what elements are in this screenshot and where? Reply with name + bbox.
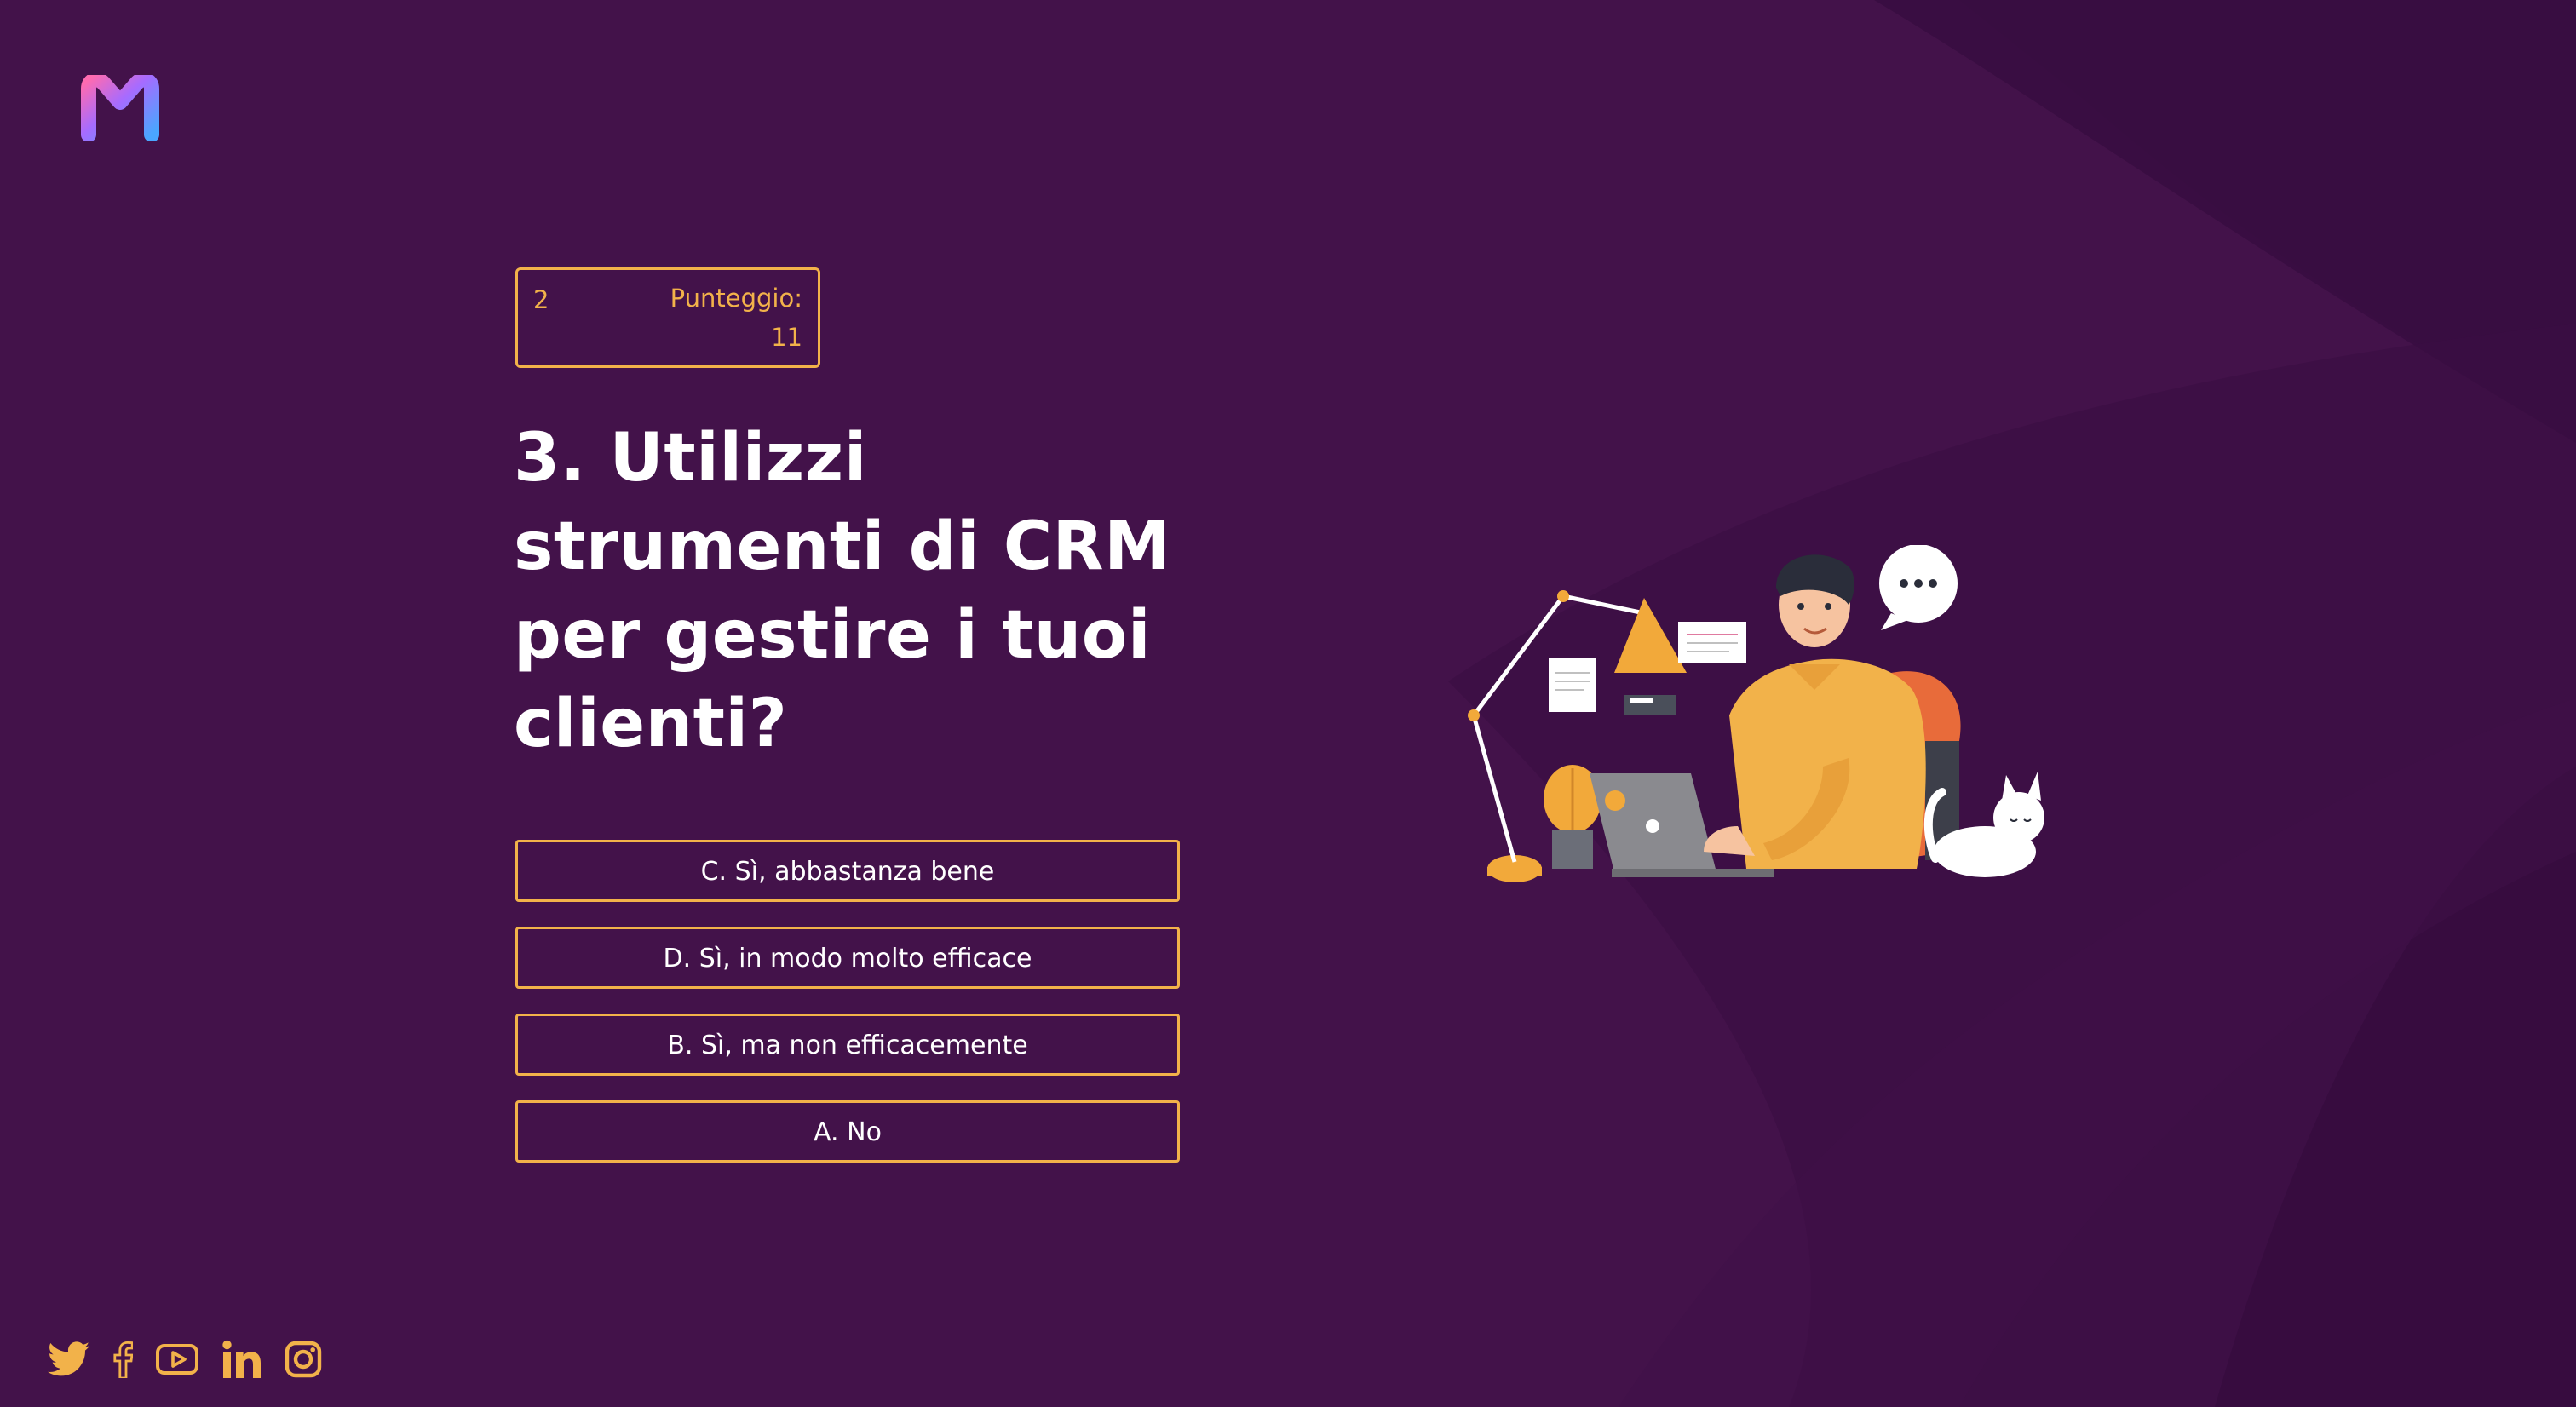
score-label-text: Punteggio: <box>670 284 802 313</box>
brand-logo[interactable] <box>80 75 160 141</box>
score-box: 2 Punteggio: 11 <box>515 267 820 368</box>
facebook-icon[interactable] <box>112 1341 133 1378</box>
answer-option-a[interactable]: A. No <box>515 1100 1180 1163</box>
twitter-icon[interactable] <box>48 1341 90 1377</box>
question-counter: 2 <box>533 285 549 314</box>
linkedin-icon[interactable] <box>221 1340 262 1379</box>
score-value: 11 <box>771 323 802 352</box>
speech-bubble <box>1879 545 1958 630</box>
answer-option-d[interactable]: D. Sì, in modo molto efficace <box>515 927 1180 989</box>
man-at-laptop-illustration <box>1468 545 2044 882</box>
answer-option-b[interactable]: B. Sì, ma non efficacemente <box>515 1014 1180 1076</box>
youtube-icon[interactable] <box>155 1342 199 1376</box>
instagram-icon[interactable] <box>285 1341 322 1378</box>
background-waves <box>1278 0 2576 1407</box>
answer-option-c[interactable]: C. Sì, abbastanza bene <box>515 840 1180 902</box>
answer-list: C. Sì, abbastanza bene D. Sì, in modo mo… <box>515 840 1180 1187</box>
social-links <box>48 1335 344 1383</box>
question-title: 3. Utilizzi strumenti di CRM per gestire… <box>514 420 1171 762</box>
score-label: Punteggio: 11 <box>670 279 802 357</box>
